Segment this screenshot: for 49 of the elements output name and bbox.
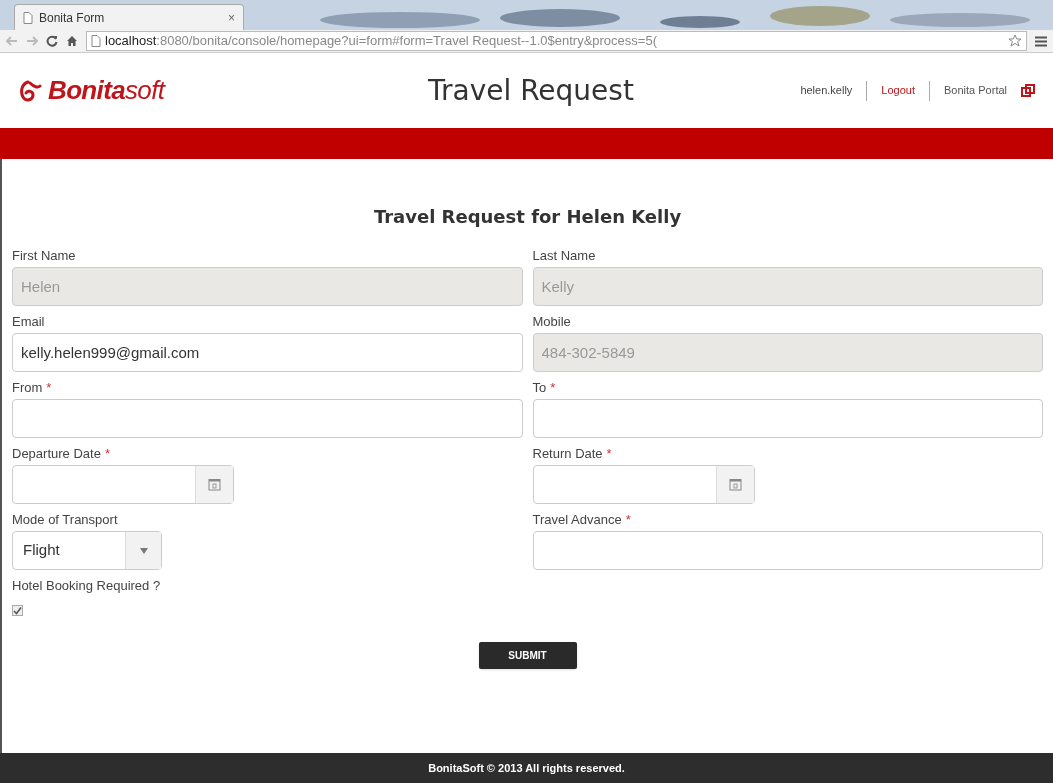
required-mark: *	[625, 511, 631, 529]
form-heading: Travel Request for Helen Kelly	[373, 205, 682, 229]
calendar-icon[interactable]	[208, 478, 221, 491]
field-label: Travel Advance	[532, 511, 622, 529]
field-label: Mobile	[532, 313, 571, 331]
caret-icon	[139, 547, 148, 554]
logo-icon	[18, 78, 42, 103]
reload-icon[interactable]	[46, 35, 58, 47]
transport-dropdown[interactable]: Flight	[12, 531, 162, 570]
field-label: From	[12, 379, 43, 397]
field-label: Departure Date	[12, 445, 101, 463]
star-icon[interactable]	[1008, 34, 1022, 48]
close-icon[interactable]: ×	[228, 8, 235, 27]
text-field[interactable]	[532, 531, 1043, 570]
page-icon	[23, 11, 33, 24]
copyright-text: BonitaSoft © 2013 All rights reserved.	[428, 760, 625, 776]
date-field[interactable]	[532, 465, 755, 504]
text-field[interactable]	[12, 399, 523, 438]
user-name: helen.kelly	[800, 83, 853, 99]
field-label: First Name	[12, 247, 76, 265]
menu-icon[interactable]	[1035, 35, 1047, 47]
home-icon[interactable]	[66, 35, 78, 47]
field-label: Email	[12, 313, 45, 331]
required-mark: *	[46, 379, 52, 397]
page-icon	[91, 35, 101, 47]
external-window-icon[interactable]	[1021, 83, 1035, 98]
submit-button[interactable]: SUBMIT	[478, 642, 577, 669]
browser-tab[interactable]: Bonita Form ×	[14, 4, 244, 30]
required-mark: *	[550, 379, 556, 397]
checkbox[interactable]	[12, 605, 23, 616]
calendar-icon[interactable]	[728, 478, 742, 491]
address-bar[interactable]: localhost:8080/bonita/console/homepage?ui=form#form=Travel Request--1.0$entry&process=5(	[86, 31, 1027, 51]
required-mark: *	[606, 445, 612, 463]
logo-text: Bonitasoft	[48, 74, 165, 107]
field-label: Return Date	[532, 445, 603, 463]
back-icon[interactable]	[6, 36, 18, 46]
field-label: Mode of Transport	[12, 511, 118, 529]
forward-icon[interactable]	[26, 36, 38, 46]
field-label: To	[532, 379, 547, 397]
required-mark: *	[104, 445, 110, 463]
portal-link[interactable]: Bonita Portal	[944, 82, 1007, 99]
field-label: Last Name	[532, 247, 596, 265]
field-label: Hotel Booking Required ?	[12, 577, 161, 595]
logout-link[interactable]: Logout	[881, 82, 915, 99]
date-field[interactable]	[12, 465, 234, 504]
page-title: Travel Request	[428, 72, 635, 109]
url-text: localhost:8080/bonita/console/homepage?ui=form#form=Travel Request--1.0$entry&process=5(	[105, 32, 657, 50]
text-field[interactable]: kelly.helen999@gmail.com	[12, 333, 523, 372]
text-field[interactable]	[532, 399, 1043, 438]
